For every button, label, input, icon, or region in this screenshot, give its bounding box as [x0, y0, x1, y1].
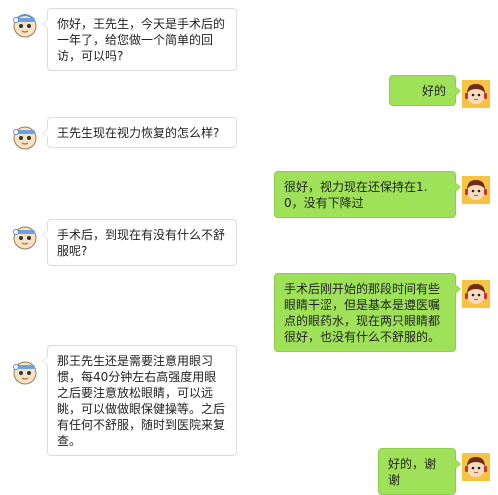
staff-avatar [11, 123, 39, 151]
message-bubble-patient: 好的 [389, 75, 461, 106]
patient-avatar-icon [462, 176, 490, 204]
staff-avatar-icon [13, 126, 37, 150]
message-bubble-staff: 手术后，到现在有没有什么不舒服呢? [42, 219, 237, 266]
staff-avatar [11, 11, 39, 39]
message-text: 你好，王先生，今天是手术后的一年了，给您做一个简单的回访，可以吗? [57, 17, 226, 63]
message-bubble-staff: 王先生现在视力恢复的怎么样? [42, 117, 237, 148]
patient-avatar-icon [462, 80, 490, 108]
staff-avatar-icon [13, 226, 37, 250]
staff-avatar-icon [13, 361, 37, 385]
patient-avatar [462, 453, 490, 481]
staff-avatar-icon [13, 14, 37, 38]
staff-avatar [11, 358, 39, 386]
message-text: 好的，谢谢 [388, 457, 437, 487]
message-bubble-staff: 你好，王先生，今天是手术后的一年了，给您做一个简单的回访，可以吗? [42, 8, 237, 71]
message-text: 手术后，到现在有没有什么不舒服呢? [57, 228, 226, 258]
message-text: 王先生现在视力恢复的怎么样? [57, 126, 220, 140]
patient-avatar [462, 80, 490, 108]
message-text: 好的 [421, 84, 446, 98]
message-bubble-patient: 很好，视力现在还保持在1.0，没有下降过 [274, 171, 461, 218]
patient-avatar [462, 176, 490, 204]
message-bubble-staff: 那王先生还是需要注意用眼习惯，每40分钟左右高强度用眼之后要注意放松眼睛，可以远… [42, 345, 237, 456]
patient-avatar-icon [462, 280, 490, 308]
staff-avatar [11, 223, 39, 251]
patient-avatar-icon [462, 453, 490, 481]
message-text: 那王先生还是需要注意用眼习惯，每40分钟左右高强度用眼之后要注意放松眼睛，可以远… [57, 354, 226, 448]
message-text: 很好，视力现在还保持在1.0，没有下降过 [284, 180, 428, 210]
patient-avatar [462, 280, 490, 308]
message-bubble-patient: 手术后刚开始的那段时间有些眼睛干涩，但是基本是遵医嘱点的眼药水，现在两只眼睛都很… [274, 273, 461, 352]
message-text: 手术后刚开始的那段时间有些眼睛干涩，但是基本是遵医嘱点的眼药水，现在两只眼睛都很… [284, 282, 441, 344]
